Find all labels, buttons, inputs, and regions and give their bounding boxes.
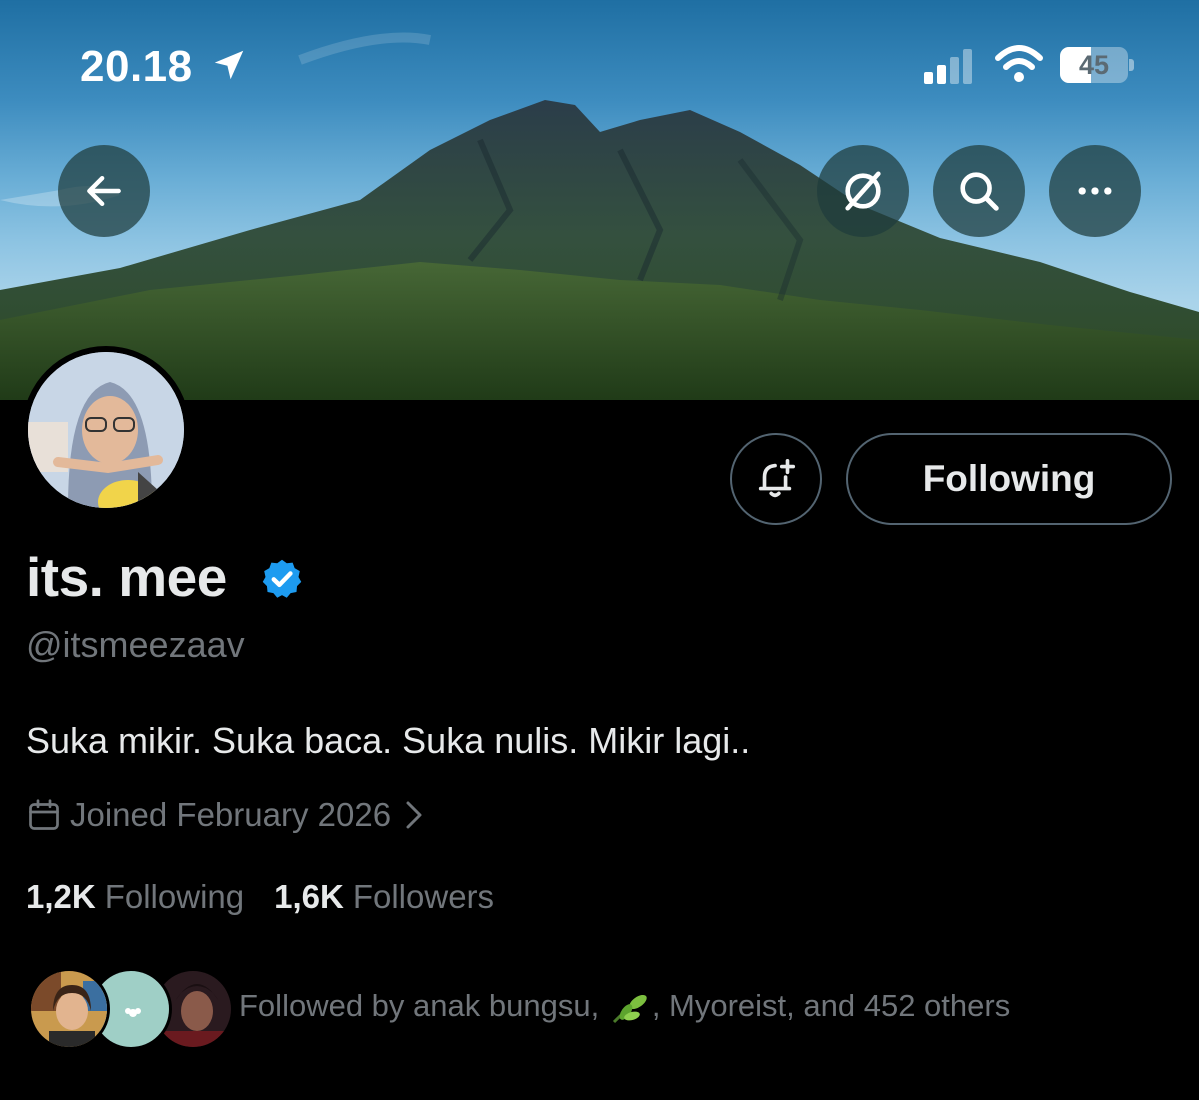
more-button[interactable] bbox=[1049, 145, 1141, 237]
joined-date-text: Joined February 2026 bbox=[70, 796, 392, 833]
followed-by-suffix: , Myoreist, and 452 others bbox=[651, 988, 1011, 1023]
followers-count-link[interactable]: 1,6K Followers bbox=[274, 878, 494, 916]
back-arrow-icon bbox=[87, 175, 121, 207]
joined-date[interactable]: Joined February 2026 bbox=[26, 793, 425, 837]
followers-label: Followers bbox=[352, 878, 495, 915]
profile-page: 20.18 45 Following its. mee @itsmeezaav … bbox=[0, 0, 1199, 1100]
following-count-link[interactable]: 1,2K Following bbox=[26, 878, 244, 916]
battery-indicator: 45 bbox=[1060, 47, 1134, 83]
user-handle: @itsmeezaav bbox=[26, 624, 245, 665]
following-label: Following bbox=[104, 878, 245, 915]
notifications-button[interactable] bbox=[730, 433, 822, 525]
calendar-icon bbox=[29, 799, 59, 830]
profile-bio: Suka mikir. Suka baca. Suka nulis. Mikir… bbox=[26, 720, 751, 761]
verified-badge-icon[interactable] bbox=[260, 557, 304, 601]
back-button[interactable] bbox=[58, 145, 150, 237]
wifi-icon bbox=[995, 45, 1043, 82]
status-time: 20.18 bbox=[80, 42, 193, 91]
herb-emoji-icon bbox=[612, 994, 647, 1023]
following-button[interactable]: Following bbox=[846, 433, 1172, 525]
avatar-photo bbox=[28, 352, 184, 508]
following-count: 1,2K bbox=[26, 878, 96, 915]
mutual-avatar-1 bbox=[28, 968, 110, 1050]
grok-button[interactable] bbox=[817, 145, 909, 237]
followed-by-text: Followed by anak bungsu, , Myoreist, and… bbox=[239, 988, 1010, 1026]
search-icon bbox=[960, 172, 999, 211]
battery-percentage: 45 bbox=[1078, 50, 1110, 80]
profile-banner[interactable]: 20.18 45 bbox=[0, 0, 1199, 400]
followers-count: 1,6K bbox=[274, 878, 344, 915]
follow-stats: 1,2K Following 1,6K Followers bbox=[26, 878, 524, 916]
profile-avatar[interactable] bbox=[22, 346, 190, 514]
followed-by-prefix: Followed by anak bungsu, bbox=[239, 988, 600, 1023]
location-arrow-icon bbox=[214, 50, 244, 80]
search-button[interactable] bbox=[933, 145, 1025, 237]
display-name: its. mee bbox=[26, 546, 227, 608]
grok-icon bbox=[845, 171, 881, 211]
cellular-signal-icon bbox=[924, 49, 972, 84]
more-icon bbox=[1078, 187, 1112, 195]
chevron-right-icon bbox=[406, 801, 422, 829]
bell-plus-icon bbox=[758, 458, 796, 498]
